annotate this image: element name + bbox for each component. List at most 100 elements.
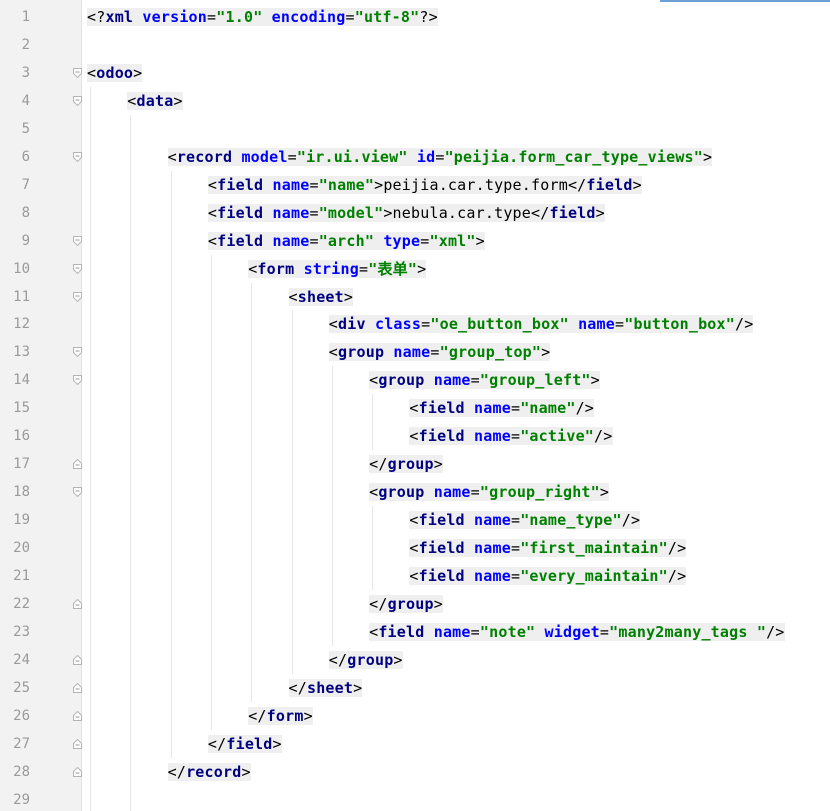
token-val: "many2many_tags " — [609, 622, 767, 641]
token-punc: <? — [87, 8, 106, 26]
token-punc — [465, 539, 474, 557]
token-punc: = — [510, 399, 521, 418]
code-text: <odoo> — [87, 59, 143, 87]
token-attr: name — [578, 315, 615, 334]
line-number: 23 — [13, 623, 30, 640]
code-line[interactable]: 6 <record model="ir.ui.view" id="peijia.f… — [0, 143, 830, 171]
code-line[interactable]: 18 <group name="group_right"> — [0, 478, 830, 506]
token-tag: field — [418, 567, 465, 585]
token-punc: < — [127, 91, 137, 110]
line-number: 2 — [21, 36, 30, 53]
line-number: 9 — [21, 232, 30, 249]
line-number: 7 — [21, 176, 30, 193]
token-punc: = — [470, 483, 480, 502]
code-line[interactable]: 22 </group> — [0, 590, 830, 618]
token-punc: < — [328, 315, 339, 334]
code-line[interactable]: 15 <field name="name"/> — [0, 394, 830, 422]
token-punc — [465, 399, 474, 417]
line-number: 26 — [13, 707, 30, 724]
token-punc: = — [510, 567, 521, 585]
fold-collapse-icon[interactable] — [73, 235, 82, 246]
code-line[interactable]: 25 </sheet> — [0, 674, 830, 702]
token-attr: name — [272, 231, 310, 250]
code-line[interactable]: 19 <field name="name_type"/> — [0, 506, 830, 534]
fold-end-icon[interactable] — [73, 766, 82, 777]
token-attr: name — [433, 371, 471, 390]
fold-end-icon[interactable] — [73, 710, 82, 721]
code-line[interactable]: 29 — [0, 786, 830, 811]
code-line[interactable]: 21 <field name="every_maintain"/> — [0, 562, 830, 590]
token-attr: name — [474, 427, 511, 446]
token-val: "xml" — [429, 231, 476, 250]
fold-end-icon[interactable] — [73, 598, 82, 609]
code-line[interactable]: 26 </form> — [0, 702, 830, 730]
code-line[interactable]: 1 <?xml version="1.0" encoding="utf-8"?> — [0, 3, 830, 31]
token-punc: /> — [667, 539, 687, 558]
token-val: "ir.ui.view" — [296, 147, 408, 166]
code-line[interactable]: 13 <group name="group_top"> — [0, 338, 830, 366]
code-text: <data> — [127, 87, 183, 115]
code-line[interactable]: 11 <sheet> — [0, 283, 830, 311]
token-tag: form — [257, 259, 295, 278]
fold-collapse-icon[interactable] — [73, 263, 82, 274]
token-tag: record — [176, 147, 233, 166]
code-line[interactable]: 20 <field name="first_maintain"/> — [0, 534, 830, 562]
code-text: <div class="oe_button_box" name="button_… — [328, 310, 754, 338]
fold-end-icon[interactable] — [73, 738, 82, 749]
fold-end-icon[interactable] — [73, 459, 82, 470]
fold-collapse-icon[interactable] — [73, 347, 82, 358]
fold-collapse-icon[interactable] — [73, 487, 82, 498]
token-val: "model" — [318, 203, 384, 222]
code-line[interactable]: 12 <div class="oe_button_box" name="butto… — [0, 310, 830, 338]
token-punc: = — [421, 315, 431, 334]
code-text: <?xml version="1.0" encoding="utf-8"?> — [87, 3, 438, 31]
line-number: 22 — [13, 595, 30, 612]
token-val: "every_maintain" — [520, 567, 668, 585]
xml-code-editor[interactable]: 1 <?xml version="1.0" encoding="utf-8"?> 2… — [0, 0, 830, 811]
code-line[interactable]: 5 — [0, 115, 830, 143]
token-val: "表单" — [368, 259, 418, 278]
code-line[interactable]: 14 <group name="group_left"> — [0, 366, 830, 394]
code-line[interactable]: 17 </group> — [0, 450, 830, 478]
code-line[interactable]: 24 </group> — [0, 646, 830, 674]
fold-collapse-icon[interactable] — [73, 67, 82, 78]
token-punc: < — [207, 175, 218, 194]
code-text: <group name="group_left"> — [369, 366, 600, 394]
token-punc: = — [435, 147, 445, 166]
line-number: 16 — [13, 428, 30, 445]
code-line[interactable]: 10 <form string="表单"> — [0, 255, 830, 283]
fold-end-icon[interactable] — [73, 682, 82, 693]
token-punc: > — [353, 678, 363, 697]
token-punc: = — [430, 343, 440, 362]
code-line[interactable]: 23 <field name="note" widget="many2many_t… — [0, 618, 830, 646]
token-punc: < — [409, 511, 419, 530]
code-text: <field name="name">peijia.car.type.form<… — [207, 171, 642, 199]
token-punc: < — [369, 622, 379, 641]
line-number: 21 — [13, 568, 30, 584]
fold-collapse-icon[interactable] — [73, 291, 82, 302]
fold-collapse-icon[interactable] — [73, 375, 82, 386]
token-punc: = — [510, 539, 521, 558]
fold-end-icon[interactable] — [73, 654, 82, 665]
code-text: <field name="arch" type="xml"> — [207, 227, 485, 255]
code-line[interactable]: 3 <odoo> — [0, 59, 830, 87]
token-attr: name — [474, 567, 511, 585]
code-line[interactable]: 2 — [0, 31, 830, 59]
line-number: 5 — [21, 120, 30, 137]
code-line[interactable]: 8 <field name="model">nebula.car.type</fi… — [0, 199, 830, 227]
code-line[interactable]: 28 </record> — [0, 758, 830, 786]
fold-collapse-icon[interactable] — [73, 151, 82, 162]
token-punc: = — [510, 511, 521, 530]
code-line[interactable]: 27 </field> — [0, 730, 830, 758]
code-line[interactable]: 4 <data> — [0, 87, 830, 115]
token-attr: class — [374, 315, 422, 334]
code-line[interactable]: 7 <field name="name">peijia.car.type.form… — [0, 171, 830, 199]
token-attr: name — [393, 343, 431, 362]
fold-collapse-icon[interactable] — [73, 95, 82, 106]
token-punc — [424, 371, 433, 389]
token-tag: field — [226, 734, 273, 753]
code-line[interactable]: 16 <field name="active"/> — [0, 422, 830, 450]
token-punc: > — [433, 455, 443, 474]
code-line[interactable]: 9 <field name="arch" type="xml"> — [0, 227, 830, 255]
token-punc: < — [207, 203, 218, 222]
